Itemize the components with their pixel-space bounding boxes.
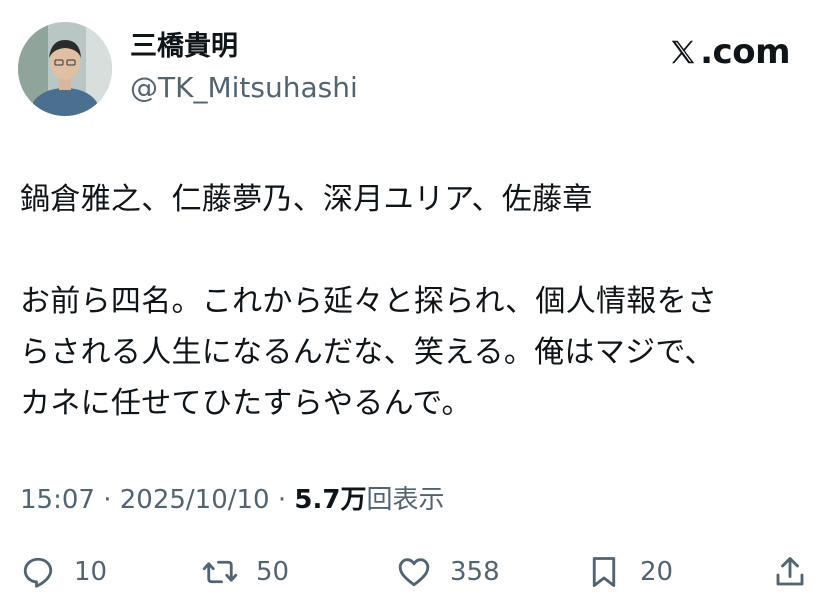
x-logo-icon xyxy=(671,40,695,64)
author-names: 三橋貴明 @TK_Mitsuhashi xyxy=(130,30,358,106)
tweet-line: 鍋倉雅之、仁藤夢乃、深月ユリア、佐藤章 xyxy=(20,182,593,217)
tweet-time[interactable]: 15:07 xyxy=(20,485,95,515)
bookmark-count: 20 xyxy=(640,557,674,587)
source-label: .com xyxy=(700,32,790,72)
tweet-line: カネに任せてひたすらやるんで。 xyxy=(20,386,472,421)
author-display-name[interactable]: 三橋貴明 xyxy=(130,30,358,64)
meta-separator: · xyxy=(103,485,112,515)
views-label: 回表示 xyxy=(366,485,445,515)
reply-icon xyxy=(23,557,53,588)
source-badge: .com xyxy=(668,28,790,76)
retweet-button[interactable]: 50 xyxy=(202,548,289,596)
author-handle[interactable]: @TK_Mitsuhashi xyxy=(130,70,358,106)
reply-button[interactable]: 10 xyxy=(20,548,107,596)
reply-count: 10 xyxy=(74,557,108,587)
bookmark-button[interactable]: 20 xyxy=(586,548,673,596)
tweet-card: 三橋貴明 @TK_Mitsuhashi .com 鍋倉雅之、仁藤夢乃、深月ユリア… xyxy=(0,0,828,608)
tweet-header: 三橋貴明 @TK_Mitsuhashi .com xyxy=(18,22,810,118)
heart-icon xyxy=(398,558,430,587)
tweet-line: お前ら四名。これから延々と探られ、個人情報をさ xyxy=(20,284,718,319)
avatar[interactable] xyxy=(18,22,112,116)
like-count: 358 xyxy=(450,557,500,587)
retweet-icon xyxy=(202,560,238,584)
tweet-body: 鍋倉雅之、仁藤夢乃、深月ユリア、佐藤章 お前ら四名。これから延々と探られ、個人情… xyxy=(20,174,810,429)
share-icon xyxy=(776,557,804,586)
like-button[interactable]: 358 xyxy=(396,548,500,596)
tweet-meta: 15:07 · 2025/10/10 · 5.7万回表示 xyxy=(20,478,444,522)
tweet-date[interactable]: 2025/10/10 xyxy=(120,485,270,515)
tweet-line: らされる人生になるんだな、笑える。俺はマジで、 xyxy=(20,335,715,370)
bookmark-icon xyxy=(592,557,616,587)
action-bar: 10 50 358 20 xyxy=(20,548,810,596)
meta-separator: · xyxy=(277,485,287,515)
retweet-count: 50 xyxy=(256,557,290,587)
views-count[interactable]: 5.7万 xyxy=(294,485,366,515)
share-button[interactable] xyxy=(772,548,808,596)
